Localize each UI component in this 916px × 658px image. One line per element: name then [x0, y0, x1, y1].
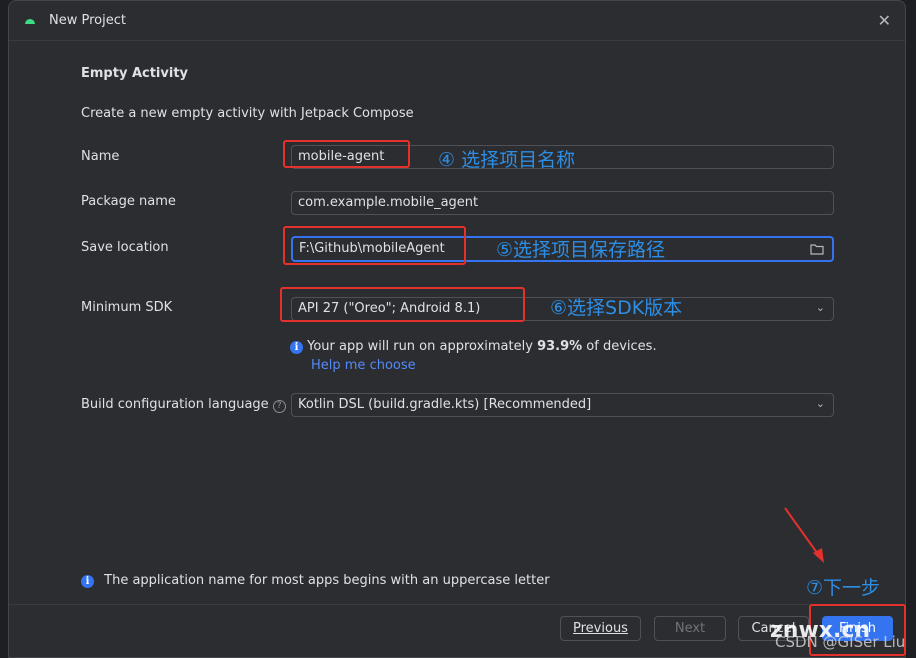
title-bar: New Project ✕ [9, 1, 905, 41]
sdk-info: i Your app will run on approximately 93.… [290, 339, 657, 354]
footer-info-text: The application name for most apps begin… [104, 573, 550, 588]
location-label: Save location [81, 240, 169, 255]
previous-button[interactable]: Previous [560, 616, 641, 641]
next-button[interactable]: Next [654, 616, 726, 641]
annotation-6: ⑥选择SDK版本 [550, 297, 683, 319]
annotation-7: ⑦下一步 [806, 577, 881, 599]
build-lang-label: Build configuration language ? [81, 397, 286, 413]
arrow-annotation [784, 507, 824, 563]
chevron-down-icon: ⌄ [815, 397, 825, 410]
package-label: Package name [81, 194, 176, 209]
annotation-4: ④ 选择项目名称 [438, 149, 576, 171]
min-sdk-label: Minimum SDK [81, 300, 173, 315]
sdk-percent: 93.9% [537, 339, 583, 354]
info-icon: i [290, 341, 303, 354]
watermark-csdn: CSDN @GISer Liu [775, 633, 906, 651]
folder-icon[interactable] [810, 243, 824, 255]
sdk-info-suffix: of devices. [582, 339, 657, 354]
chevron-down-icon: ⌄ [815, 301, 825, 314]
build-lang-dropdown[interactable]: Kotlin DSL (build.gradle.kts) [Recommend… [291, 393, 834, 417]
annotation-5: ⑤选择项目保存路径 [496, 239, 666, 261]
activity-description: Create a new empty activity with Jetpack… [81, 106, 414, 121]
close-icon[interactable]: ✕ [878, 11, 891, 30]
build-lang-label-text: Build configuration language [81, 397, 269, 412]
footer-info: i The application name for most apps beg… [81, 573, 550, 588]
package-field[interactable]: com.example.mobile_agent [291, 191, 834, 215]
sdk-info-text: Your app will run on approximately [307, 339, 538, 354]
help-icon[interactable]: ? [272, 400, 286, 413]
highlight-name [283, 140, 410, 168]
info-icon: i [81, 575, 94, 588]
help-me-choose-link[interactable]: Help me choose [311, 358, 416, 373]
activity-heading: Empty Activity [81, 66, 189, 81]
highlight-location [283, 226, 466, 265]
footer-divider [9, 604, 905, 605]
dialog-title: New Project [49, 13, 126, 28]
build-lang-value: Kotlin DSL (build.gradle.kts) [Recommend… [298, 397, 592, 412]
new-project-dialog: New Project ✕ Empty Activity Create a ne… [8, 0, 906, 658]
android-icon [25, 19, 35, 24]
highlight-sdk [280, 287, 525, 322]
name-label: Name [81, 149, 120, 164]
